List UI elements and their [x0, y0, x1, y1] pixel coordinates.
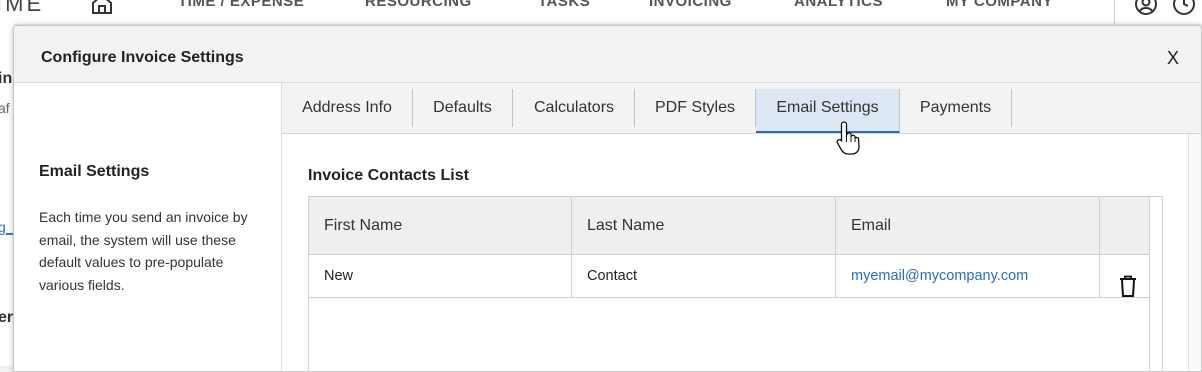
home-icon[interactable] [90, 0, 114, 16]
modal-header: Configure Invoice Settings X [14, 26, 1201, 83]
bg-link-fragment[interactable]: g_ [0, 219, 14, 235]
side-panel-title: Email Settings [39, 163, 150, 180]
table-header: First Name Last Name Email [309, 197, 1162, 255]
configure-invoice-settings-modal: Configure Invoice Settings X Email Setti… [13, 25, 1202, 372]
column-header-email[interactable]: Email [836, 197, 1100, 254]
nav-invoicing[interactable]: INVOICING [649, 0, 732, 10]
tab-payments[interactable]: Payments [900, 89, 1012, 127]
column-header-actions [1100, 197, 1150, 254]
nav-divider [1114, 0, 1115, 24]
brand-logo: IME [0, 0, 45, 16]
clock-icon[interactable] [1172, 0, 1196, 16]
nav-tasks[interactable]: TASKS [538, 0, 590, 10]
email-settings-content: Invoice Contacts List First Name Last Na… [282, 134, 1201, 371]
close-button[interactable]: X [1167, 48, 1179, 69]
nav-analytics[interactable]: ANALYTICS [794, 0, 883, 10]
contacts-list-title: Invoice Contacts List [308, 167, 469, 184]
user-icon[interactable] [1134, 0, 1158, 16]
settings-tabs: Address Info Defaults Calculators PDF St… [282, 83, 1201, 134]
tab-calculators[interactable]: Calculators [514, 89, 635, 127]
bg-fragment: af [0, 100, 10, 116]
background-page-strip: in af g_ eri [0, 24, 18, 366]
nav-time-expense[interactable]: TIME / EXPENSE [178, 0, 304, 10]
tab-address-info[interactable]: Address Info [282, 89, 413, 127]
cell-first-name[interactable]: New [309, 255, 572, 297]
tab-pdf-styles[interactable]: PDF Styles [635, 89, 756, 127]
bg-fragment: in [0, 70, 13, 87]
column-header-last-name[interactable]: Last Name [572, 197, 836, 254]
column-header-first-name[interactable]: First Name [309, 197, 572, 254]
cell-last-name[interactable]: Contact [572, 255, 836, 297]
contacts-table: First Name Last Name Email New Contact m… [308, 196, 1163, 371]
modal-title: Configure Invoice Settings [41, 49, 244, 66]
tab-defaults[interactable]: Defaults [413, 89, 513, 127]
table-row[interactable]: New Contact myemail@mycompany.com [309, 255, 1162, 298]
table-scrollbar[interactable] [1149, 197, 1162, 371]
trash-icon[interactable] [1118, 274, 1138, 298]
nav-my-company[interactable]: MY COMPANY [946, 0, 1053, 10]
cell-email-link[interactable]: myemail@mycompany.com [836, 255, 1100, 297]
side-panel: Email Settings Each time you send an inv… [14, 83, 282, 371]
top-navigation: IME TIME / EXPENSE RESOURCING TASKS INVO… [0, 0, 1202, 24]
nav-resourcing[interactable]: RESOURCING [365, 0, 472, 10]
content-scrollbar[interactable] [1188, 134, 1201, 371]
side-panel-description: Each time you send an invoice by email, … [39, 209, 248, 293]
tab-email-settings[interactable]: Email Settings [756, 89, 900, 133]
